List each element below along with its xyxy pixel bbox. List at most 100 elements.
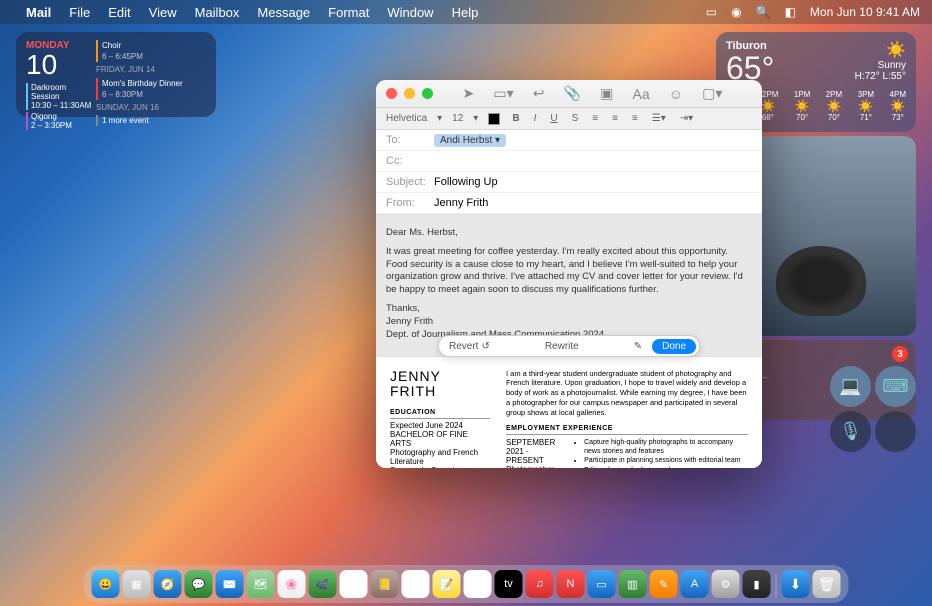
dock-freeform[interactable]: 〰 [464, 570, 492, 598]
dock-photos[interactable]: 🌸 [278, 570, 306, 598]
dock-music[interactable]: ♫ [526, 570, 554, 598]
dock-trash[interactable]: 🗑 [813, 570, 841, 598]
subject-field[interactable]: Following Up [434, 176, 752, 188]
clock[interactable]: Mon Jun 10 9:41 AM [810, 5, 920, 19]
mail-compose-window: ➤ ▭▾ ↩ 📎 ▣ Aa ☺ ▢▾ Helvetica▾ 12▾ B I U … [376, 80, 762, 468]
menu-edit[interactable]: Edit [108, 5, 130, 20]
menu-mailbox[interactable]: Mailbox [195, 5, 240, 20]
dock-appstore[interactable]: A [681, 570, 709, 598]
menu-view[interactable]: View [149, 5, 177, 20]
rewrite-label[interactable]: Rewrite [500, 341, 624, 352]
strike-button[interactable]: S [570, 113, 581, 124]
weather-hour: 2PM☀️70° [826, 90, 842, 122]
control-center-icon[interactable]: ◧ [785, 5, 796, 19]
menu-window[interactable]: Window [387, 5, 433, 20]
calendar-widget[interactable]: MONDAY 10 Darkroom Session10:30 – 11:30A… [16, 32, 216, 117]
weather-condition: Sunny [855, 60, 906, 71]
edu-line: Expected June 2024 [390, 421, 490, 430]
to-recipient[interactable]: Andi Herbst ▾ [434, 134, 506, 147]
dock-iphone[interactable]: ▮ [743, 570, 771, 598]
revert-button[interactable]: Revert ↺ [439, 341, 500, 352]
align-right-icon[interactable]: ≡ [630, 113, 640, 124]
attachment-preview[interactable]: JENNY FRITH EDUCATION Expected June 2024… [376, 356, 762, 469]
calendar-event: Choir6 – 6:45PM [96, 40, 206, 62]
dock-mail[interactable]: ✉️ [216, 570, 244, 598]
weather-hour: 1PM☀️70° [794, 90, 810, 122]
keyboard-control-icon[interactable]: ⌨ [875, 366, 916, 407]
from-field[interactable]: Jenny Frith [434, 197, 752, 209]
menu-format[interactable]: Format [328, 5, 369, 20]
align-left-icon[interactable]: ≡ [590, 113, 600, 124]
photo-browser-icon[interactable]: ▢▾ [702, 85, 722, 102]
dock-reminders[interactable]: ☰ [402, 570, 430, 598]
bullet: Capture high-quality photographs to acco… [584, 438, 748, 456]
font-select[interactable]: Helvetica [386, 113, 427, 124]
bullet: Participate in planning sessions with ed… [584, 456, 748, 465]
done-button[interactable]: Done [652, 339, 696, 354]
calendar-date-label: FRIDAY, JUN 14 [96, 64, 206, 75]
weather-hour: 4PM☀️73° [890, 90, 906, 122]
mic-control-icon[interactable]: 🎙 [830, 411, 871, 452]
underline-button[interactable]: U [548, 113, 559, 124]
zoom-button[interactable] [422, 88, 433, 99]
calendar-event: Darkroom Session10:30 – 11:30AM [26, 83, 96, 110]
window-titlebar[interactable]: ➤ ▭▾ ↩ 📎 ▣ Aa ☺ ▢▾ [376, 80, 762, 108]
weather-hilo: H:72° L:55° [855, 71, 906, 82]
align-center-icon[interactable]: ≡ [610, 113, 620, 124]
bold-button[interactable]: B [510, 113, 521, 124]
exp-line: SEPTEMBER 2021 - PRESENT [506, 438, 564, 465]
compose-icon[interactable]: ✎ [624, 341, 652, 352]
dock-downloads[interactable]: ⬇ [782, 570, 810, 598]
control-widget: 💻 ⌨ 🎙 [830, 366, 916, 452]
menu-file[interactable]: File [69, 5, 90, 20]
fontsize-select[interactable]: 12 [452, 113, 463, 124]
dock-facetime[interactable]: 📹 [309, 570, 337, 598]
dock-contacts[interactable]: 📒 [371, 570, 399, 598]
dock-tv[interactable]: tv [495, 570, 523, 598]
laptop-control-icon[interactable]: 💻 [830, 366, 871, 407]
color-picker[interactable] [488, 113, 500, 125]
dock-notes[interactable]: 📝 [433, 570, 461, 598]
spotlight-icon[interactable]: 🔍 [756, 5, 771, 19]
battery-icon[interactable]: ▭ [706, 5, 717, 19]
edu-line: Photography and French Literature [390, 448, 490, 466]
dock: 😀▦🧭💬✉️🗺🌸📹10📒☰📝〰tv♫N▭▥✎A⚙▮ ⬇🗑 [84, 565, 849, 603]
minimize-button[interactable] [404, 88, 415, 99]
dock-numbers[interactable]: ▥ [619, 570, 647, 598]
blank-control-icon[interactable] [875, 411, 916, 452]
dock-keynote[interactable]: ▭ [588, 570, 616, 598]
menubar: Mail File Edit View Mailbox Message Form… [0, 0, 932, 24]
menu-help[interactable]: Help [452, 5, 479, 20]
dock-settings[interactable]: ⚙ [712, 570, 740, 598]
dock-launchpad[interactable]: ▦ [123, 570, 151, 598]
menu-message[interactable]: Message [257, 5, 310, 20]
dock-maps[interactable]: 🗺 [247, 570, 275, 598]
dock-safari[interactable]: 🧭 [154, 570, 182, 598]
dock-finder[interactable]: 😀 [92, 570, 120, 598]
scan-icon[interactable]: ▣ [600, 85, 613, 102]
to-label: To: [386, 134, 434, 146]
close-button[interactable] [386, 88, 397, 99]
wifi-icon[interactable]: ◉ [731, 5, 741, 19]
format-icon[interactable]: Aa [633, 86, 650, 102]
send-icon[interactable]: ➤ [463, 85, 475, 102]
cc-label: Cc: [386, 155, 434, 167]
format-bar: Helvetica▾ 12▾ B I U S ≡ ≡ ≡ ☰▾ ⇥▾ [376, 108, 762, 130]
dock-news[interactable]: N [557, 570, 585, 598]
dock-calendar[interactable]: 10 [340, 570, 368, 598]
reply-icon[interactable]: ↩ [533, 85, 545, 102]
italic-button[interactable]: I [532, 113, 539, 124]
dock-pages[interactable]: ✎ [650, 570, 678, 598]
indent-icon[interactable]: ⇥▾ [678, 113, 695, 124]
list-icon[interactable]: ☰▾ [650, 113, 668, 124]
notification-badge: 3 [892, 346, 908, 362]
calendar-date-label: SUNDAY, JUN 16 [96, 102, 206, 113]
dock-separator [776, 574, 777, 598]
attachment-name: JENNY FRITH [390, 369, 490, 400]
app-name[interactable]: Mail [26, 5, 51, 20]
writing-tools-bar: Revert ↺ Rewrite ✎ Done [438, 335, 700, 357]
dock-messages[interactable]: 💬 [185, 570, 213, 598]
header-fields-icon[interactable]: ▭▾ [493, 85, 513, 102]
attach-icon[interactable]: 📎 [564, 85, 581, 102]
emoji-icon[interactable]: ☺ [669, 86, 683, 102]
